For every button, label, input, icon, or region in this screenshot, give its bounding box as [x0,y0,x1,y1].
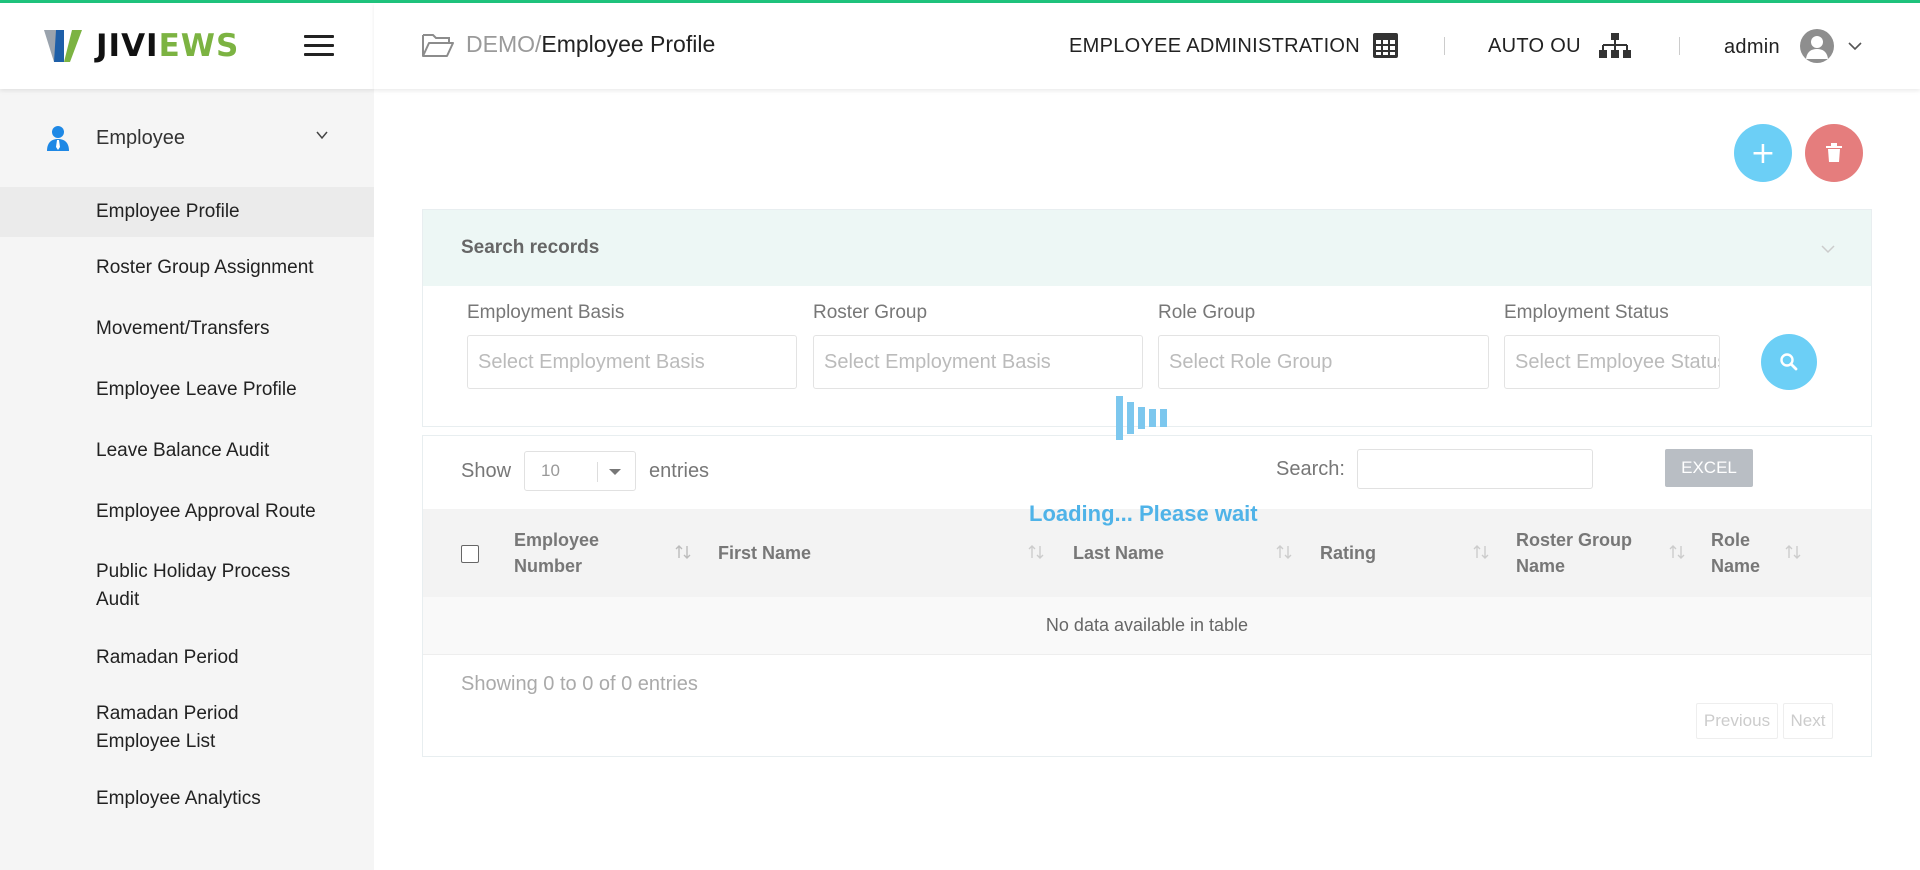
sidebar-item-movement-transfers[interactable]: Movement/Transfers [0,298,374,359]
folder-open-icon [422,33,454,57]
next-page-button[interactable]: Next [1783,703,1833,739]
sort-icon[interactable] [1471,542,1491,562]
loading-spinner-icon [1116,396,1167,440]
select-all-checkbox[interactable] [461,545,479,563]
filter-roster-group: Roster Group Select Employment Basis [813,302,1143,389]
column-header-employee-number[interactable]: Employee Number [514,527,599,579]
search-button[interactable] [1761,334,1817,390]
table-search-input[interactable] [1357,449,1593,489]
top-header: DEMO / Employee Profile EMPLOYEE ADMINISTR… [374,3,1920,89]
module-switcher-label[interactable]: EMPLOYEE ADMINISTRATION [1069,35,1360,58]
logo-icon [44,30,82,62]
sidebar-group-employee[interactable]: Employee [0,89,374,187]
roster-group-select[interactable]: Select Employment Basis [813,335,1143,389]
table-info: Showing 0 to 0 of 0 entries [461,673,698,695]
breadcrumb-root[interactable]: DEMO [466,31,535,58]
sort-icon[interactable] [1274,542,1294,562]
page-title: Employee Profile [541,31,716,57]
user-name[interactable]: admin [1724,36,1780,59]
search-records-header[interactable]: Search records [423,210,1871,286]
header-divider [1679,37,1680,55]
sidebar: JIVIEWS Employee Employee Profile Roster… [0,3,374,870]
previous-page-button[interactable]: Previous [1696,703,1778,739]
search-records-panel: Search records Employment Basis Select E… [422,209,1872,427]
org-chart-icon[interactable] [1599,32,1631,60]
sidebar-item-leave-balance-audit[interactable]: Leave Balance Audit [0,420,374,481]
breadcrumb: DEMO / Employee Profile [422,31,715,58]
search-icon [1780,353,1798,371]
brand-name: JIVIEWS [96,28,240,64]
page-length-select[interactable]: 10 [524,451,637,491]
chevron-down-icon[interactable] [1848,41,1862,51]
caret-down-icon [609,469,622,475]
sidebar-item-employee-profile[interactable]: Employee Profile [0,187,374,237]
menu-toggle-icon[interactable] [304,35,334,57]
chevron-down-icon [316,131,328,140]
sort-icon[interactable] [1667,542,1687,562]
column-header-last-name[interactable]: Last Name [1073,540,1164,566]
loading-message: Loading... Please wait [1029,501,1258,526]
employment-basis-select[interactable]: Select Employment Basis [467,335,797,389]
user-avatar-icon [1806,36,1828,59]
sidebar-item-employee-leave-profile[interactable]: Employee Leave Profile [0,359,374,420]
sidebar-item-ramadan-period[interactable]: Ramadan Period [0,630,374,686]
column-header-rating[interactable]: Rating [1320,540,1376,566]
header-divider [1444,37,1445,55]
empty-table-message: No data available in table [423,597,1871,655]
sidebar-item-employee-analytics[interactable]: Employee Analytics [0,770,374,828]
delete-button[interactable] [1805,124,1863,182]
sort-icon[interactable] [673,542,693,562]
sidebar-group-label: Employee [96,126,185,149]
grid-icon[interactable] [1372,32,1399,59]
brand-header: JIVIEWS [0,3,374,89]
role-group-select[interactable]: Select Role Group [1158,335,1489,389]
column-header-roster-group-name[interactable]: Roster Group Name [1516,527,1632,579]
column-header-role-name[interactable]: Role Name [1711,527,1760,579]
employment-status-select[interactable]: Select Employee Status [1504,335,1720,389]
excel-export-button[interactable]: EXCEL [1665,449,1753,487]
sidebar-item-public-holiday-process-audit[interactable]: Public Holiday Process Audit [0,542,374,630]
sidebar-item-ramadan-period-employee-list[interactable]: Ramadan Period Employee List [0,686,374,770]
table-search-label: Search: [1276,458,1345,480]
column-header-first-name[interactable]: First Name [718,540,811,566]
sidebar-item-roster-group-assignment[interactable]: Roster Group Assignment [0,237,374,298]
filter-employment-status: Employment Status Select Employee Status [1504,302,1720,389]
chevron-down-icon [1821,245,1835,254]
sort-icon[interactable] [1026,542,1046,562]
search-records-title: Search records [461,237,600,258]
sidebar-item-employee-approval-route[interactable]: Employee Approval Route [0,481,374,542]
avatar[interactable] [1800,29,1834,63]
filter-role-group: Role Group Select Role Group [1158,302,1489,389]
add-button[interactable]: + [1734,124,1792,182]
org-unit-label[interactable]: AUTO OU [1488,35,1581,58]
filter-employment-basis: Employment Basis Select Employment Basis [467,302,797,389]
page-length-control: Show 10 entries [461,451,709,491]
person-icon [47,126,69,151]
employee-table-panel: Show 10 entries Search: EXCEL Employee Nu… [422,435,1872,757]
trash-icon [1826,143,1842,162]
sort-icon[interactable] [1783,542,1803,562]
plus-icon: + [1750,135,1776,171]
